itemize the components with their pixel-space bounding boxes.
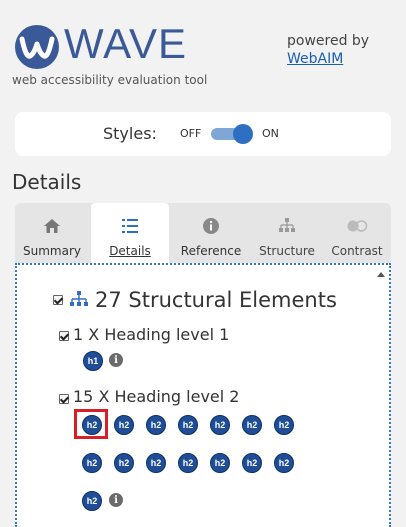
h2-badge-icon[interactable]: h2 <box>82 491 102 511</box>
scrollbar[interactable] <box>375 269 387 525</box>
h2-badge-icon[interactable]: h2 <box>178 415 198 435</box>
logo-text: WAVE <box>64 20 188 67</box>
h2-badge-icon[interactable]: h2 <box>114 453 134 473</box>
styles-on-label: ON <box>262 127 279 140</box>
tab-reference-label: Reference <box>180 244 242 258</box>
tab-structure-label: Structure <box>259 244 315 258</box>
tab-summary[interactable]: Summary <box>15 203 89 263</box>
tab-details-label: Details <box>109 244 151 258</box>
h2-badge-icon[interactable]: h2 <box>114 415 134 435</box>
h2-badge-icon[interactable]: h2 <box>146 415 166 435</box>
tab-reference[interactable]: Reference <box>171 203 251 263</box>
toggle-knob <box>233 124 253 144</box>
selected-badge-highlight <box>74 409 108 439</box>
styles-toggle-switch[interactable] <box>211 124 257 144</box>
wave-logo-icon <box>15 25 59 69</box>
heading-level-1-title: 1 X Heading level 1 <box>73 325 230 344</box>
styles-label: Styles: <box>103 124 157 143</box>
tab-contrast-label: Contrast <box>331 244 383 258</box>
powered-by-label: powered by <box>287 33 370 49</box>
h2-badge-icon[interactable]: h2 <box>210 453 230 473</box>
structural-summary: 27 Structural Elements <box>53 288 337 312</box>
sitemap-icon <box>279 218 295 232</box>
home-icon <box>44 219 60 233</box>
h2-badge-icon[interactable]: h2 <box>178 453 198 473</box>
heading-level-2-title: 15 X Heading level 2 <box>73 387 240 406</box>
powered-by: powered by WebAIM <box>287 32 369 68</box>
h2-badge-icon[interactable]: h2 <box>242 415 262 435</box>
sitemap-icon <box>70 291 88 306</box>
info-icon[interactable]: i <box>109 493 123 507</box>
tagline: web accessibility evaluation tool <box>12 73 208 87</box>
section-title: Details <box>12 170 82 194</box>
info-icon[interactable]: i <box>109 353 123 367</box>
h2-badge-icon[interactable]: h2 <box>274 415 294 435</box>
list-icon <box>122 219 138 233</box>
tab-bar: Summary Details Reference Structure Cont… <box>15 203 391 263</box>
h2-badge-icon[interactable]: h2 <box>210 415 230 435</box>
h1-badge-icon[interactable]: h1 <box>83 351 103 371</box>
scroll-up-arrow-icon[interactable] <box>377 272 385 277</box>
tab-summary-label: Summary <box>23 244 81 258</box>
contrast-icon <box>347 220 368 232</box>
structural-elements-checkbox[interactable] <box>53 295 63 305</box>
details-panel: 27 Structural Elements 1 X Heading level… <box>15 263 391 527</box>
structural-elements-count: 27 Structural Elements <box>95 288 337 312</box>
info-icon <box>203 218 219 234</box>
h2-badge-icon[interactable]: h2 <box>82 453 102 473</box>
tab-structure[interactable]: Structure <box>253 203 321 263</box>
heading-level-2-checkbox[interactable] <box>59 394 69 404</box>
tab-details[interactable]: Details <box>91 203 169 263</box>
webaim-link[interactable]: WebAIM <box>287 50 369 68</box>
styles-toggle-card: Styles: OFF ON <box>15 112 391 156</box>
header: WAVE web accessibility evaluation tool p… <box>0 0 406 98</box>
heading-level-1-checkbox[interactable] <box>59 331 69 341</box>
h2-badge-icon[interactable]: h2 <box>274 453 294 473</box>
styles-off-label: OFF <box>180 127 202 140</box>
h2-badge-icon[interactable]: h2 <box>242 453 262 473</box>
tab-contrast[interactable]: Contrast <box>323 203 391 263</box>
h2-badge-icon[interactable]: h2 <box>146 453 166 473</box>
